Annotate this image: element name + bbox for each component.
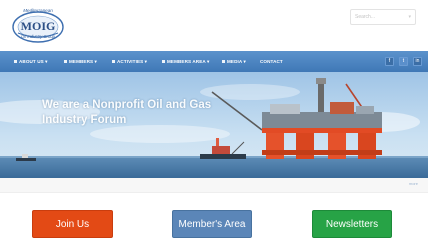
nav-activities[interactable]: ACTIVITIES ▾ — [112, 51, 147, 72]
logo-main-text: MOIG — [21, 19, 56, 33]
hero-headline: We are a Nonprofit Oil and Gas Industry … — [42, 98, 272, 128]
list-icon — [112, 60, 115, 64]
join-us-button[interactable]: Join Us — [32, 210, 113, 238]
search-dropdown-icon[interactable]: ▾ — [408, 10, 411, 24]
slider-strip: more — [0, 178, 428, 193]
nav-media-label: MEDIA ▾ — [227, 59, 246, 64]
search-input[interactable]: Search... ▾ — [350, 9, 416, 25]
nav-members-label: MEMBERS ▾ — [69, 59, 97, 64]
nav-about-us[interactable]: ABOUT US ▾ — [14, 51, 48, 72]
hero-headline-line1: We are a Nonprofit Oil and Gas — [42, 99, 212, 111]
image-icon — [222, 60, 225, 64]
nav-media[interactable]: MEDIA ▾ — [222, 51, 246, 72]
site-header: Mediterranean MOIG Oil Industry Group Se… — [0, 0, 428, 50]
logo-top-text: Mediterranean — [23, 8, 53, 13]
logo-bottom-text: Oil Industry Group — [21, 34, 56, 39]
main-nav: ABOUT US ▾ MEMBERS ▾ ACTIVITIES ▾ MEMBER… — [0, 51, 428, 72]
hero-headline-line2: Industry Forum — [42, 114, 127, 126]
nav-members[interactable]: MEMBERS ▾ — [64, 51, 97, 72]
newsletters-button[interactable]: Newsletters — [312, 210, 392, 238]
nav-members-area-label: MEMBERS AREA ▾ — [167, 59, 210, 64]
moig-logo[interactable]: Mediterranean MOIG Oil Industry Group — [10, 5, 66, 45]
linkedin-icon[interactable]: in — [413, 57, 422, 66]
search-placeholder: Search... — [355, 14, 376, 20]
document-icon — [64, 60, 67, 64]
members-area-button[interactable]: Member's Area — [172, 210, 252, 238]
users-icon — [162, 60, 165, 64]
nav-contact-label: CONTACT — [260, 59, 283, 64]
menu-icon — [14, 60, 17, 64]
nav-about-us-label: ABOUT US ▾ — [19, 59, 48, 64]
twitter-icon[interactable]: t — [399, 57, 408, 66]
nav-members-area[interactable]: MEMBERS AREA ▾ — [162, 51, 209, 72]
nav-contact[interactable]: CONTACT — [260, 51, 283, 72]
nav-activities-label: ACTIVITIES ▾ — [117, 59, 148, 64]
more-link[interactable]: more — [409, 181, 418, 186]
facebook-icon[interactable]: f — [385, 57, 394, 66]
